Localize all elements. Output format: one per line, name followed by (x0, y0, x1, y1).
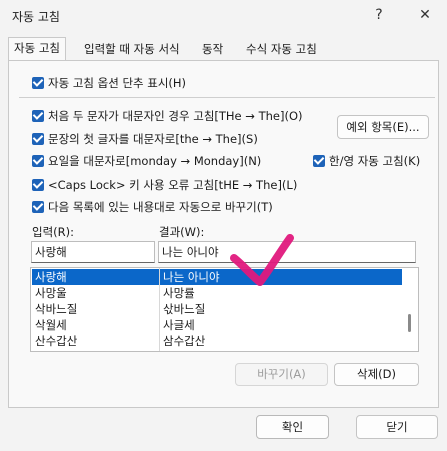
divider (19, 97, 435, 98)
scrollbar-thumb[interactable] (408, 314, 411, 332)
checkbox-checked-icon[interactable] (32, 110, 44, 122)
ok-button[interactable]: 확인 (256, 415, 329, 439)
checkbox-checked-icon[interactable] (32, 201, 44, 213)
tab-math-autocorrect[interactable]: 수식 자동 고침 (240, 38, 323, 61)
result-field[interactable]: 나는 아니야 (158, 241, 416, 263)
close-button[interactable]: 닫기 (356, 415, 438, 439)
exceptions-button[interactable]: 예외 항목(E)... (337, 115, 429, 139)
delete-button[interactable]: 삭제(D) (334, 363, 419, 386)
help-button[interactable]: ? (364, 4, 394, 26)
option-two-initial-caps[interactable]: 처음 두 문자가 대문자인 경우 고침[THe → The](O) (32, 107, 302, 125)
option-label: 문장의 첫 글자를 대문자로[the → The](S) (48, 132, 258, 146)
checkbox-checked-icon[interactable] (32, 155, 44, 167)
option-label: 다음 목록에 있는 내용대로 자동으로 바꾸기(T) (48, 200, 273, 214)
list-scrollbar[interactable] (403, 269, 417, 350)
checkbox-checked-icon[interactable] (32, 133, 44, 145)
list-item[interactable]: 삭월세 사글세 (32, 317, 402, 333)
tab-actions[interactable]: 동작 (196, 38, 229, 61)
input-field[interactable]: 사랑해 (31, 241, 155, 263)
close-window-button[interactable]: ✕ (410, 4, 440, 26)
list-item[interactable]: 사망울 사망률 (32, 285, 402, 301)
checkbox-checked-icon[interactable] (32, 179, 44, 191)
option-label: 자동 고침 옵션 단추 표시(H) (48, 76, 187, 90)
option-label: <Caps Lock> 키 사용 오류 고침[tHE → The](L) (48, 178, 298, 192)
option-caps-lock[interactable]: <Caps Lock> 키 사용 오류 고침[tHE → The](L) (32, 176, 297, 194)
option-day-names[interactable]: 요일을 대문자로[monday → Monday](N) (32, 152, 261, 170)
option-first-letter-sentence[interactable]: 문장의 첫 글자를 대문자로[the → The](S) (32, 130, 258, 148)
result-label: 결과(W): (159, 225, 205, 239)
column-divider (159, 268, 160, 351)
option-show-buttons[interactable]: 자동 고침 옵션 단추 표시(H) (32, 74, 186, 92)
option-hangul-english[interactable]: 한/영 자동 고침(K) (313, 152, 420, 170)
input-label: 입력(R): (32, 225, 74, 239)
option-label: 한/영 자동 고침(K) (329, 154, 421, 168)
option-label: 요일을 대문자로[monday → Monday](N) (48, 154, 262, 168)
replacement-list[interactable]: 사랑해 나는 아니야 사망울 사망률 삭바느질 삯바느질 삭월세 사글세 산수갑… (30, 267, 419, 352)
checkbox-checked-icon[interactable] (313, 155, 325, 167)
option-replace-text[interactable]: 다음 목록에 있는 내용대로 자동으로 바꾸기(T) (32, 198, 273, 216)
title-bar: 자동 고침 ? ✕ (0, 0, 447, 30)
list-item[interactable]: 산수갑산 삼수갑산 (32, 333, 402, 349)
list-item[interactable]: 사랑해 나는 아니야 (32, 269, 402, 285)
checkbox-checked-icon[interactable] (32, 77, 44, 89)
replace-button[interactable]: 바꾸기(A) (235, 363, 328, 386)
autocorrect-panel: 자동 고침 옵션 단추 표시(H) 처음 두 문자가 대문자인 경우 고침[TH… (8, 60, 439, 408)
list-item[interactable]: 삭바느질 삯바느질 (32, 301, 402, 317)
tab-autocorrect[interactable]: 자동 고침 (8, 37, 66, 60)
window-title: 자동 고침 (12, 10, 60, 24)
tab-autoformat-as-you-type[interactable]: 입력할 때 자동 서식 (78, 38, 186, 61)
option-label: 처음 두 문자가 대문자인 경우 고침[THe → The](O) (48, 109, 303, 123)
